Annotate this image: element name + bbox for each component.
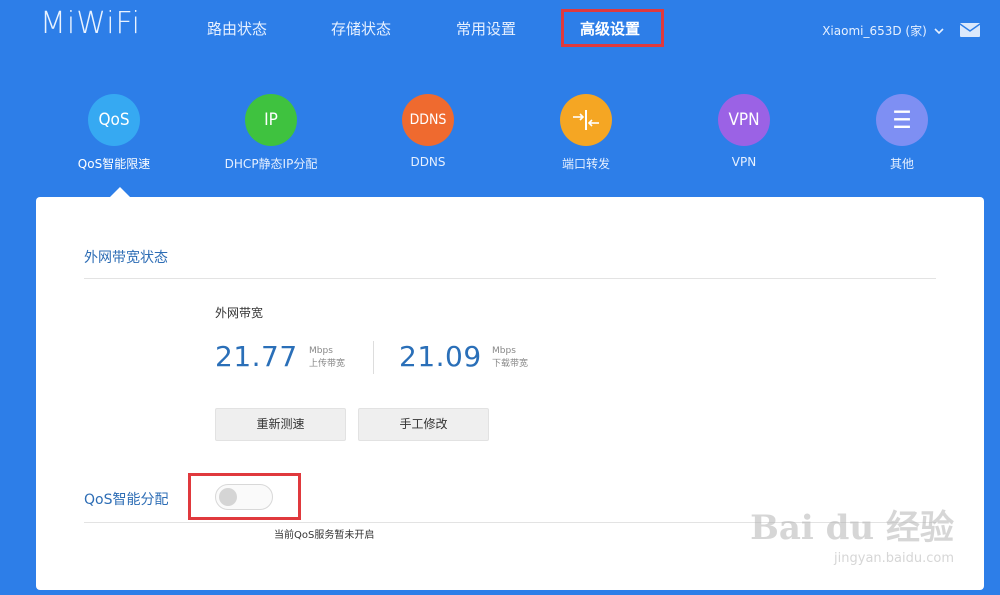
upload-caption: 上传带宽 bbox=[309, 359, 346, 369]
watermark-big: Bai du 经验 bbox=[750, 508, 954, 548]
feature-other-label: 其他 bbox=[889, 157, 914, 171]
router-name-label: Xiaomi_653D (家) bbox=[822, 24, 927, 38]
qos-icon: QoS bbox=[88, 94, 140, 146]
feature-vpn[interactable]: VPN VPN bbox=[674, 94, 814, 169]
feature-dhcp[interactable]: IP DHCP静态IP分配 bbox=[201, 94, 341, 172]
upload-unit-label: Mbps bbox=[309, 346, 333, 356]
download-unit-label: Mbps bbox=[492, 346, 516, 356]
qos-smart-allocation-label: QoS智能分配 bbox=[84, 492, 169, 508]
upload-speed-value: 21.77 bbox=[215, 340, 298, 373]
port-forward-icon bbox=[560, 94, 612, 146]
ip-icon: IP bbox=[245, 94, 297, 146]
feature-port-forward-label: 端口转发 bbox=[561, 157, 610, 171]
nav-common-settings[interactable]: 常用设置 bbox=[456, 18, 516, 39]
nav-storage-status[interactable]: 存储状态 bbox=[331, 18, 391, 39]
feature-vpn-label: VPN bbox=[731, 155, 757, 169]
retest-speed-button[interactable]: 重新测速 bbox=[215, 408, 346, 441]
mail-icon[interactable] bbox=[959, 22, 981, 37]
bandwidth-title: 外网带宽 bbox=[215, 306, 264, 320]
speed-divider bbox=[373, 341, 374, 374]
feature-ddns[interactable]: DDNS DDNS bbox=[358, 94, 498, 169]
highlight-box-toggle bbox=[188, 473, 301, 520]
qos-panel: 外网带宽状态 外网带宽 21.77 Mbps 上传带宽 21.09 Mbps 下… bbox=[36, 197, 984, 590]
feature-qos[interactable]: QoS QoS智能限速 bbox=[44, 94, 184, 172]
manual-edit-button[interactable]: 手工修改 bbox=[358, 408, 489, 441]
feature-port-forward[interactable]: 端口转发 bbox=[516, 94, 656, 172]
upload-unit: Mbps 上传带宽 bbox=[309, 345, 345, 371]
ddns-icon: DDNS bbox=[402, 94, 454, 146]
download-unit: Mbps 下载带宽 bbox=[492, 345, 528, 371]
router-name-dropdown[interactable]: Xiaomi_653D (家) bbox=[822, 22, 944, 39]
feature-qos-label: QoS智能限速 bbox=[77, 157, 151, 171]
feature-other[interactable]: ☰ 其他 bbox=[832, 94, 972, 172]
active-tab-pointer bbox=[110, 187, 130, 197]
nav-router-status[interactable]: 路由状态 bbox=[207, 18, 267, 39]
miwifi-logo[interactable]: MiWiFi bbox=[40, 6, 141, 41]
feature-ddns-label: DDNS bbox=[410, 155, 446, 169]
download-speed-value: 21.09 bbox=[399, 340, 482, 373]
baidu-watermark: Bai du 经验 jingyan.baidu.com bbox=[750, 500, 954, 566]
divider bbox=[84, 278, 936, 279]
feature-dhcp-label: DHCP静态IP分配 bbox=[224, 157, 318, 171]
vpn-icon: VPN bbox=[718, 94, 770, 146]
highlight-box-advanced bbox=[561, 9, 664, 47]
menu-icon: ☰ bbox=[876, 94, 928, 146]
section-title: 外网带宽状态 bbox=[84, 250, 168, 266]
qos-status-text: 当前QoS服务暂未开启 bbox=[274, 530, 375, 541]
chevron-down-icon bbox=[931, 27, 944, 38]
watermark-small: jingyan.baidu.com bbox=[834, 551, 954, 566]
download-caption: 下载带宽 bbox=[492, 359, 529, 369]
